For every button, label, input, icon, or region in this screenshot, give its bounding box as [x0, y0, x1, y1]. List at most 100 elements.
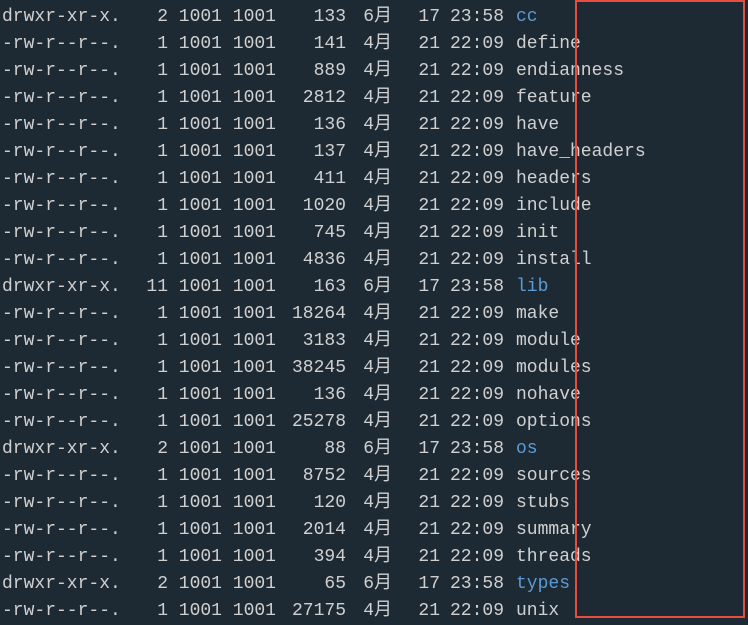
directory-name: os: [504, 436, 538, 463]
permissions-cell: drwxr-xr-x.: [0, 436, 128, 463]
size-cell: 136: [276, 382, 346, 409]
month-cell: 4月: [346, 409, 392, 436]
time-cell: 22:09: [440, 58, 504, 85]
size-cell: 141: [276, 31, 346, 58]
permissions-cell: drwxr-xr-x.: [0, 274, 128, 301]
list-row: -rw-r--r--.1100110013944月2122:09threads: [0, 544, 748, 571]
day-cell: 21: [392, 58, 440, 85]
owner-cell: 1001: [168, 274, 222, 301]
group-cell: 1001: [222, 544, 276, 571]
time-cell: 22:09: [440, 409, 504, 436]
day-cell: 17: [392, 274, 440, 301]
permissions-cell: -rw-r--r--.: [0, 355, 128, 382]
file-name: make: [504, 301, 559, 328]
time-cell: 22:09: [440, 382, 504, 409]
links-cell: 1: [128, 517, 168, 544]
list-row: -rw-r--r--.11001100148364月2122:09install: [0, 247, 748, 274]
size-cell: 889: [276, 58, 346, 85]
group-cell: 1001: [222, 328, 276, 355]
size-cell: 18264: [276, 301, 346, 328]
size-cell: 2812: [276, 85, 346, 112]
group-cell: 1001: [222, 4, 276, 31]
time-cell: 22:09: [440, 517, 504, 544]
list-row: -rw-r--r--.110011001182644月2122:09make: [0, 301, 748, 328]
permissions-cell: -rw-r--r--.: [0, 328, 128, 355]
permissions-cell: drwxr-xr-x.: [0, 4, 128, 31]
links-cell: 1: [128, 382, 168, 409]
day-cell: 21: [392, 328, 440, 355]
group-cell: 1001: [222, 247, 276, 274]
month-cell: 4月: [346, 166, 392, 193]
month-cell: 4月: [346, 301, 392, 328]
permissions-cell: -rw-r--r--.: [0, 85, 128, 112]
month-cell: 4月: [346, 220, 392, 247]
file-name: summary: [504, 517, 592, 544]
list-row: -rw-r--r--.110011001252784月2122:09option…: [0, 409, 748, 436]
file-name: init: [504, 220, 559, 247]
owner-cell: 1001: [168, 463, 222, 490]
list-row: -rw-r--r--.11001100187524月2122:09sources: [0, 463, 748, 490]
size-cell: 8752: [276, 463, 346, 490]
links-cell: 1: [128, 166, 168, 193]
links-cell: 1: [128, 58, 168, 85]
size-cell: 745: [276, 220, 346, 247]
list-row: -rw-r--r--.1100110011204月2122:09stubs: [0, 490, 748, 517]
owner-cell: 1001: [168, 193, 222, 220]
month-cell: 4月: [346, 112, 392, 139]
month-cell: 4月: [346, 355, 392, 382]
group-cell: 1001: [222, 301, 276, 328]
file-name: options: [504, 409, 592, 436]
list-row: -rw-r--r--.1100110011364月2122:09nohave: [0, 382, 748, 409]
month-cell: 4月: [346, 463, 392, 490]
day-cell: 17: [392, 4, 440, 31]
group-cell: 1001: [222, 517, 276, 544]
file-name: modules: [504, 355, 592, 382]
file-name: define: [504, 31, 581, 58]
day-cell: 21: [392, 355, 440, 382]
month-cell: 6月: [346, 436, 392, 463]
day-cell: 21: [392, 517, 440, 544]
links-cell: 1: [128, 544, 168, 571]
month-cell: 4月: [346, 58, 392, 85]
group-cell: 1001: [222, 58, 276, 85]
links-cell: 1: [128, 463, 168, 490]
list-row: -rw-r--r--.11001100131834月2122:09module: [0, 328, 748, 355]
time-cell: 23:58: [440, 436, 504, 463]
file-name: install: [504, 247, 592, 274]
permissions-cell: -rw-r--r--.: [0, 301, 128, 328]
time-cell: 22:09: [440, 139, 504, 166]
permissions-cell: -rw-r--r--.: [0, 193, 128, 220]
group-cell: 1001: [222, 31, 276, 58]
size-cell: 25278: [276, 409, 346, 436]
permissions-cell: -rw-r--r--.: [0, 382, 128, 409]
file-name: feature: [504, 85, 592, 112]
owner-cell: 1001: [168, 112, 222, 139]
time-cell: 22:09: [440, 328, 504, 355]
time-cell: 22:09: [440, 220, 504, 247]
permissions-cell: drwxr-xr-x.: [0, 571, 128, 598]
month-cell: 4月: [346, 139, 392, 166]
day-cell: 21: [392, 166, 440, 193]
file-name: headers: [504, 166, 592, 193]
links-cell: 1: [128, 409, 168, 436]
owner-cell: 1001: [168, 247, 222, 274]
owner-cell: 1001: [168, 382, 222, 409]
links-cell: 2: [128, 4, 168, 31]
day-cell: 17: [392, 436, 440, 463]
size-cell: 65: [276, 571, 346, 598]
permissions-cell: -rw-r--r--.: [0, 166, 128, 193]
list-row: -rw-r--r--.1100110014114月2122:09headers: [0, 166, 748, 193]
day-cell: 21: [392, 139, 440, 166]
size-cell: 2014: [276, 517, 346, 544]
owner-cell: 1001: [168, 490, 222, 517]
size-cell: 136: [276, 112, 346, 139]
day-cell: 21: [392, 409, 440, 436]
owner-cell: 1001: [168, 571, 222, 598]
file-name: have_headers: [504, 139, 646, 166]
group-cell: 1001: [222, 220, 276, 247]
owner-cell: 1001: [168, 517, 222, 544]
owner-cell: 1001: [168, 544, 222, 571]
group-cell: 1001: [222, 193, 276, 220]
permissions-cell: -rw-r--r--.: [0, 544, 128, 571]
time-cell: 22:09: [440, 166, 504, 193]
